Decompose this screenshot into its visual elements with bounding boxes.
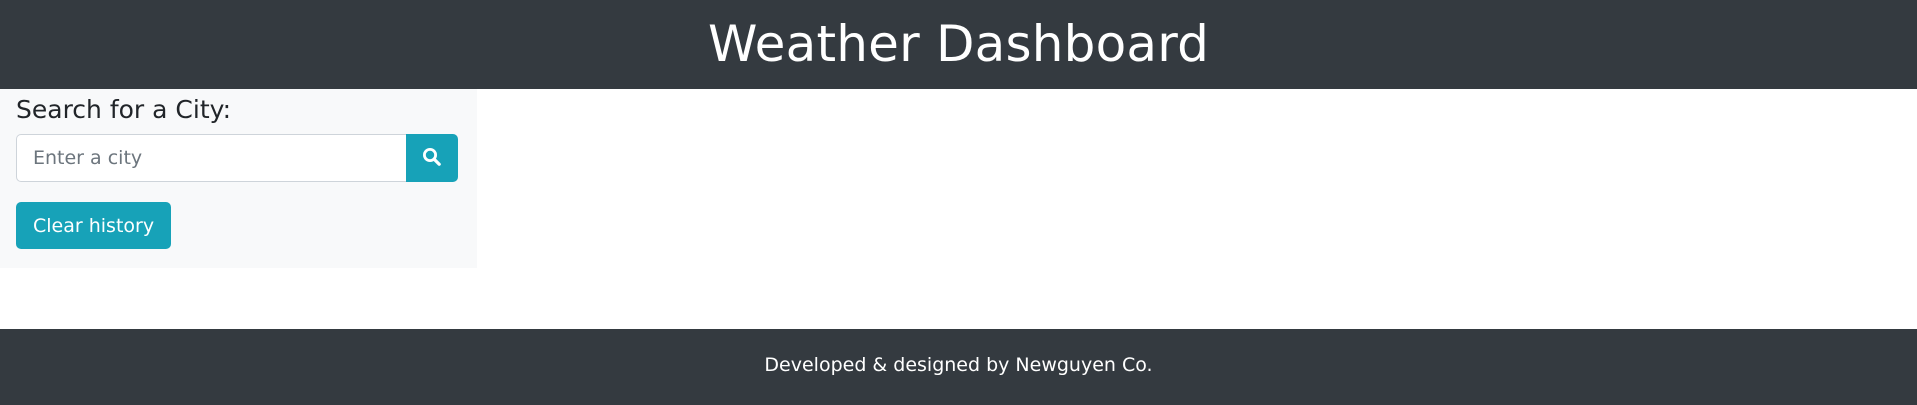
city-search-input[interactable] xyxy=(16,134,406,182)
search-button[interactable] xyxy=(406,134,458,182)
page-title: Weather Dashboard xyxy=(707,14,1210,73)
search-input-group xyxy=(16,134,458,182)
search-label: Search for a City: xyxy=(16,95,232,124)
page-header: Weather Dashboard xyxy=(0,0,1917,89)
footer-credit: Developed & designed by Newguyen Co. xyxy=(764,354,1153,376)
search-icon xyxy=(422,147,442,170)
search-sidebar: Search for a City: Clear history xyxy=(0,89,477,268)
page-footer: Developed & designed by Newguyen Co. xyxy=(0,329,1917,405)
clear-history-button[interactable]: Clear history xyxy=(16,202,172,249)
